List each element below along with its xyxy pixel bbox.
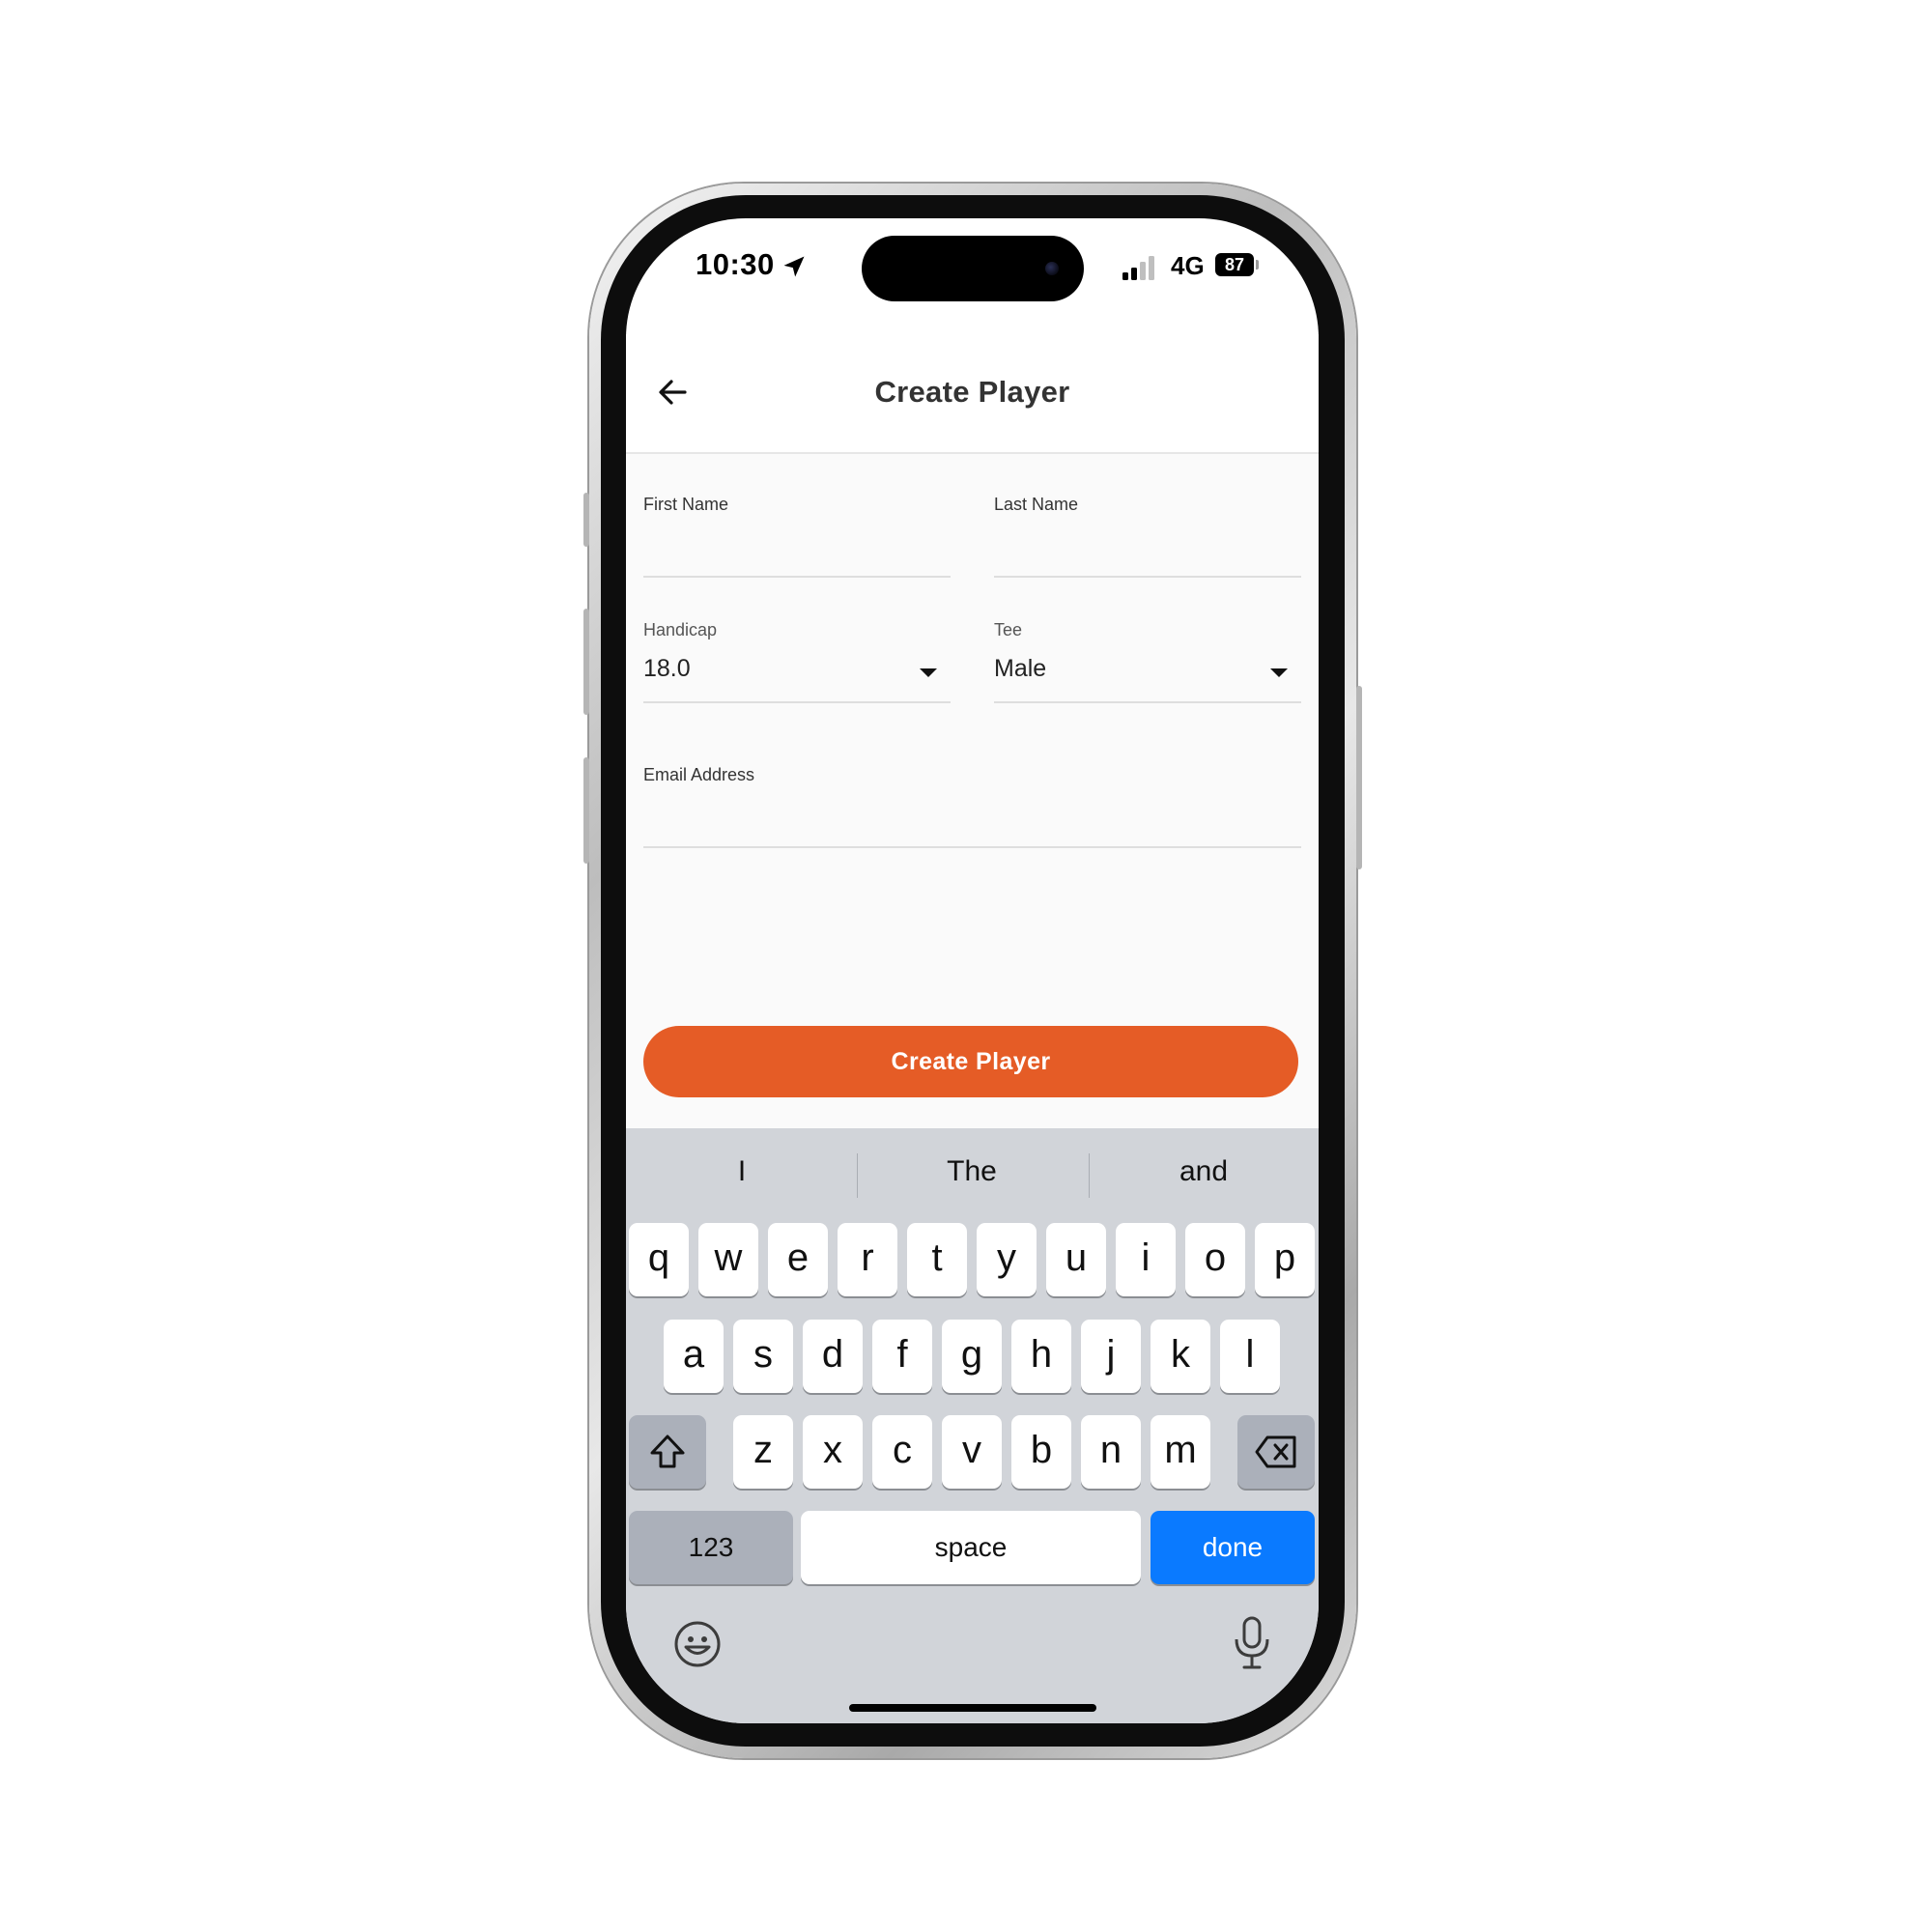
first-name-label: First Name: [643, 495, 729, 514]
key-w[interactable]: w: [698, 1223, 758, 1296]
suggestion-item[interactable]: The: [861, 1155, 1083, 1188]
key-s[interactable]: s: [733, 1320, 793, 1393]
numbers-key[interactable]: 123: [629, 1511, 793, 1584]
key-i[interactable]: i: [1116, 1223, 1176, 1296]
emoji-icon[interactable]: [672, 1619, 723, 1669]
power-button: [1356, 686, 1362, 869]
microphone-icon[interactable]: [1231, 1615, 1273, 1671]
status-time: 10:30: [696, 247, 775, 281]
page-title: Create Player: [874, 375, 1070, 409]
key-x[interactable]: x: [803, 1415, 863, 1489]
space-key[interactable]: space: [801, 1511, 1141, 1584]
chevron-down-icon: [1270, 668, 1288, 677]
key-n[interactable]: n: [1081, 1415, 1141, 1489]
key-c[interactable]: c: [872, 1415, 932, 1489]
handicap-underline: [643, 701, 951, 703]
handicap-label: Handicap: [643, 620, 718, 639]
key-b[interactable]: b: [1011, 1415, 1071, 1489]
tee-underline: [994, 701, 1301, 703]
shift-key[interactable]: [629, 1415, 706, 1489]
key-g[interactable]: g: [942, 1320, 1002, 1393]
key-m[interactable]: m: [1151, 1415, 1210, 1489]
key-o[interactable]: o: [1185, 1223, 1245, 1296]
location-arrow-icon: [783, 256, 805, 277]
action-button: [583, 493, 589, 547]
key-v[interactable]: v: [942, 1415, 1002, 1489]
tee-value: Male: [994, 655, 1047, 682]
key-e[interactable]: e: [768, 1223, 828, 1296]
suggestion-item[interactable]: and: [1093, 1155, 1315, 1188]
email-field[interactable]: Email Address: [643, 765, 1301, 848]
key-p[interactable]: p: [1255, 1223, 1315, 1296]
last-name-label: Last Name: [994, 495, 1079, 514]
key-r[interactable]: r: [838, 1223, 897, 1296]
handicap-value: 18.0: [643, 655, 691, 682]
key-a[interactable]: a: [664, 1320, 724, 1393]
phone-screen: 10:30 4G 87 Create Player First Name Las…: [626, 218, 1319, 1723]
app-header: Create Player: [626, 334, 1319, 454]
volume-down-button: [583, 757, 589, 864]
first-name-underline: [643, 576, 951, 578]
network-type: 4G: [1171, 251, 1205, 280]
suggestion-divider: [1089, 1153, 1090, 1198]
battery-indicator: 87: [1215, 253, 1254, 276]
shift-icon: [650, 1435, 685, 1468]
battery-tip: [1256, 260, 1259, 270]
chevron-down-icon: [920, 668, 937, 677]
first-name-field[interactable]: First Name: [643, 495, 951, 578]
key-d[interactable]: d: [803, 1320, 863, 1393]
suggestion-bar: I The and: [626, 1128, 1319, 1209]
tee-select[interactable]: Tee Male: [994, 620, 1301, 703]
key-l[interactable]: l: [1220, 1320, 1280, 1393]
key-u[interactable]: u: [1046, 1223, 1106, 1296]
key-j[interactable]: j: [1081, 1320, 1141, 1393]
ios-keyboard: I The and q w e r t y u i o p a s d f g …: [626, 1128, 1319, 1723]
suggestion-divider: [857, 1153, 858, 1198]
email-label: Email Address: [643, 765, 755, 784]
volume-up-button: [583, 609, 589, 715]
key-z[interactable]: z: [733, 1415, 793, 1489]
done-key[interactable]: done: [1151, 1511, 1315, 1584]
last-name-field[interactable]: Last Name: [994, 495, 1301, 578]
tee-label: Tee: [994, 620, 1023, 639]
create-player-button[interactable]: Create Player: [643, 1026, 1298, 1097]
key-q[interactable]: q: [629, 1223, 689, 1296]
handicap-select[interactable]: Handicap 18.0: [643, 620, 951, 703]
key-h[interactable]: h: [1011, 1320, 1071, 1393]
key-t[interactable]: t: [907, 1223, 967, 1296]
key-k[interactable]: k: [1151, 1320, 1210, 1393]
backspace-icon: [1255, 1435, 1296, 1468]
suggestion-item[interactable]: I: [631, 1155, 853, 1188]
email-underline: [643, 846, 1301, 848]
home-indicator[interactable]: [849, 1704, 1096, 1712]
delete-key[interactable]: [1237, 1415, 1315, 1489]
key-f[interactable]: f: [872, 1320, 932, 1393]
cellular-signal-icon: [1122, 256, 1154, 280]
last-name-underline: [994, 576, 1301, 578]
front-camera: [1045, 262, 1059, 275]
dynamic-island: [862, 236, 1084, 301]
key-y[interactable]: y: [977, 1223, 1037, 1296]
